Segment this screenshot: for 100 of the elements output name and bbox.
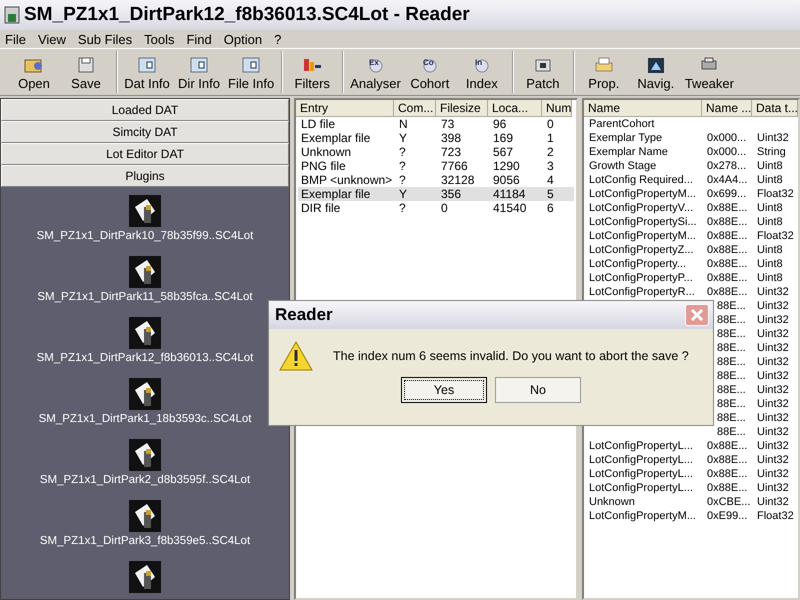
table-cell-text: Uint32 [756, 327, 790, 341]
file-icon [129, 317, 161, 349]
table-cell-text: ParentCohort [588, 117, 656, 131]
table-cell-text: Uint32 [756, 481, 790, 495]
column-header[interactable]: Name ... [702, 100, 752, 117]
table-cell-text: 0x88E... [706, 215, 748, 229]
entry-row[interactable]: Exemplar file Y 398 169 1 [298, 131, 574, 145]
file-icon [128, 500, 161, 532]
file-name[interactable]: SM_PZ1x1_DirtPark10_78b35f99..SC4Lot [36, 230, 254, 242]
file-name[interactable]: SM_PZ1x1_DirtPark3_f8b359e5..SC4Lot [40, 535, 250, 547]
table-cell-text: 0x4A4... [706, 173, 748, 187]
toolbar-button[interactable]: In Index [456, 51, 508, 93]
column-header[interactable]: Loca... [488, 100, 542, 117]
warning-icon [279, 341, 313, 371]
app-icon [4, 6, 20, 24]
column-header[interactable]: Data t... [752, 100, 798, 117]
document-icon [240, 56, 262, 74]
table-cell-text: 88E... [716, 369, 747, 383]
table-cell-text: LotConfigPropertyZ... [588, 243, 695, 257]
table-cell-text: Uint8 [756, 201, 784, 215]
entry-row[interactable]: Exemplar file Y 356 41184 5 [298, 187, 574, 201]
menu-item[interactable]: Sub Files [74, 32, 136, 46]
toolbar-button[interactable]: Navig. [630, 51, 682, 93]
menu-item[interactable]: File [2, 32, 29, 46]
column-header[interactable]: Name [584, 100, 702, 117]
table-cell-text: Uint8 [756, 243, 784, 257]
table-cell-text: Uint8 [756, 159, 784, 173]
table-cell-text: Uint32 [756, 439, 790, 453]
table-cell-text: Unknown [588, 495, 636, 509]
table-cell-text: 88E... [716, 299, 747, 313]
toolbar-button[interactable]: Dat Info [121, 51, 173, 93]
toolbar-button[interactable]: Dir Info [173, 51, 225, 93]
table-cell-text: 0x88E... [706, 229, 748, 243]
table-cell-text: Uint32 [756, 425, 790, 439]
table-cell-text: Growth Stage [588, 159, 658, 173]
menu-item[interactable]: Option [220, 32, 266, 46]
table-cell-text: 88E... [716, 425, 747, 439]
entry-row[interactable]: DIR file ? 0 41540 6 [298, 201, 574, 215]
table-cell-text: Uint32 [756, 369, 790, 383]
table-cell-text: 0x699... [706, 187, 748, 201]
file-icon [129, 561, 161, 593]
toolbar-button[interactable]: Patch [516, 51, 569, 93]
toolbar-button[interactable]: Prop. [578, 51, 630, 93]
table-cell-text: Uint32 [756, 299, 790, 313]
section-header[interactable]: Loaded DAT [1, 99, 289, 121]
dialog-button[interactable]: Yes [401, 377, 487, 403]
menu-item[interactable]: Tools [141, 32, 178, 46]
menu-item[interactable]: ? [271, 32, 284, 46]
table-cell-text: Uint32 [756, 467, 790, 481]
file-name[interactable]: SM_PZ1x1_DirtPark2_d8b3595f..SC4Lot [40, 474, 250, 486]
toolbar-button[interactable]: Open [8, 51, 60, 93]
document-icon [188, 56, 210, 74]
file-name[interactable]: SM_PZ1x1_DirtPark1_18b3593c..SC4Lot [38, 413, 252, 425]
entry-row[interactable]: LD file N 73 96 0 [298, 117, 574, 131]
table-cell-text: Uint8 [756, 215, 784, 229]
table-cell-text: 88E... [716, 313, 747, 327]
toolbar-button[interactable]: Filters [286, 51, 338, 93]
table-cell-text: 0x88E... [706, 285, 748, 299]
document-icon [136, 56, 158, 74]
close-button[interactable] [685, 304, 709, 326]
file-name[interactable]: SM_PZ1x1_DirtPark11_58b35fca..SC4Lot [37, 291, 253, 303]
menu-item[interactable]: Find [183, 32, 215, 46]
table-cell-text: Uint32 [756, 355, 790, 369]
section-header[interactable]: Plugins [1, 165, 289, 187]
table-cell-text: LotConfigPropertyV... [588, 201, 694, 215]
table-cell-text: 0x88E... [706, 201, 748, 215]
column-header[interactable]: Filesize [436, 100, 488, 117]
table-cell-text: 0x88E... [706, 243, 748, 257]
entry-row[interactable]: BMP <unknown> ? 32128 9056 4 [298, 173, 574, 187]
table-cell-text: 88E... [716, 327, 747, 341]
column-header[interactable]: Com... [394, 100, 436, 117]
toolbar-button[interactable]: Tweaker [682, 51, 737, 93]
column-header[interactable]: Num [542, 100, 572, 117]
entry-row[interactable]: PNG file ? 7766 1290 3 [298, 159, 574, 173]
table-cell-text: LotConfigPropertyP... [588, 271, 694, 285]
table-cell-text: 88E... [716, 383, 747, 397]
table-cell-text: Exemplar Type [588, 131, 664, 145]
toolbar-button[interactable]: Save [60, 51, 112, 93]
file-icon [129, 256, 161, 288]
table-cell-text: LotConfigPropertyM... [588, 509, 697, 523]
column-header[interactable]: Entry [296, 100, 394, 117]
table-cell-text: Uint8 [756, 271, 784, 285]
toolbar-button[interactable]: File Info [225, 51, 278, 93]
table-cell-text: LotConfig Required... [588, 173, 694, 187]
section-header[interactable]: Lot Editor DAT [1, 143, 289, 165]
dialog-button[interactable]: No [495, 377, 581, 403]
toolbar-button[interactable]: Ex Analyser [347, 51, 404, 93]
file-name[interactable]: SM_PZ1x1_DirtPark12_f8b36013..SC4Lot [36, 352, 254, 364]
file-icon [128, 439, 161, 471]
menu-item[interactable]: View [34, 32, 69, 46]
table-cell-text: Uint32 [756, 397, 790, 411]
toolbar-button[interactable]: Co Cohort [404, 51, 456, 93]
file-icon [129, 378, 161, 410]
table-cell-text: 88E... [716, 341, 747, 355]
table-cell-text: LotConfigPropertyM... [588, 187, 697, 201]
entry-row[interactable]: Unknown ? 723 567 2 [298, 145, 574, 159]
table-cell-text: 0x000... [706, 131, 748, 145]
table-cell-text: 0x88E... [706, 271, 748, 285]
section-header[interactable]: Simcity DAT [1, 121, 289, 143]
table-cell-text: 0x88E... [706, 467, 748, 481]
